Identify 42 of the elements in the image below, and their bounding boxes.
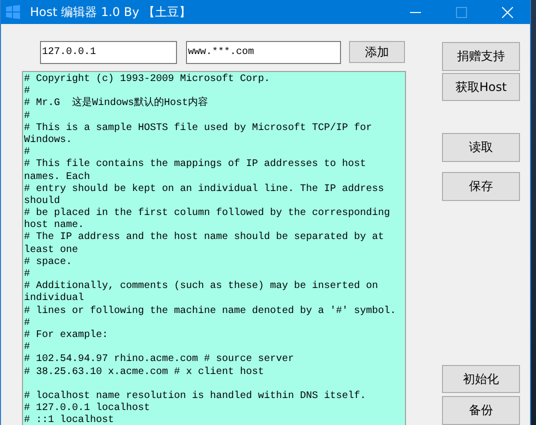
text-line: # bbox=[24, 318, 30, 330]
text-line: names. Each bbox=[24, 172, 90, 184]
text-line: # The IP address and the host name should be separated by at bbox=[24, 232, 384, 244]
text-line: # bbox=[24, 342, 30, 354]
text-line: # 38.25.63.10 x.acme.com # x client host bbox=[24, 366, 264, 379]
text-line: # bbox=[24, 110, 30, 123]
text-line: # be placed in the first column followed by the corresponding bbox=[24, 208, 390, 220]
hosts-text-area[interactable] bbox=[22, 71, 406, 425]
text-line: host name. bbox=[24, 220, 84, 232]
side-button[interactable]: 读取 bbox=[442, 133, 520, 162]
side-button[interactable]: 获取Host bbox=[442, 72, 520, 102]
text-line: # space. bbox=[24, 256, 72, 269]
text-line: # Mr.G 这是Windows默认的Host内容 bbox=[24, 98, 208, 111]
text-line: # localhost name resolution is handled within DNS itself. bbox=[24, 390, 366, 402]
text-line: # For example: bbox=[24, 330, 108, 342]
text-line: individual bbox=[24, 293, 84, 306]
text-line: # entry should be kept on an individual line. The IP address bbox=[24, 184, 384, 196]
side-button[interactable]: 备份 bbox=[442, 396, 520, 425]
text-line: least one bbox=[24, 244, 78, 257]
side-button[interactable]: 捐赠支持 bbox=[442, 42, 520, 71]
hostname-field[interactable]: www.***.com bbox=[186, 40, 341, 64]
text-line: # lines or following the machine name denoted by a '#' symbol. bbox=[24, 306, 396, 318]
text-line: # This file contains the mappings of IP addresses to host bbox=[24, 159, 366, 172]
maximize-icon bbox=[456, 6, 466, 18]
text-line: should bbox=[24, 196, 60, 208]
add-button[interactable]: 添加 bbox=[349, 41, 405, 63]
side-button[interactable]: 保存 bbox=[442, 172, 520, 201]
text-line: # Additionally, comments (such as these) may be inserted on bbox=[24, 281, 378, 292]
text-line: # ::1 localhost bbox=[24, 415, 114, 425]
window-title: Host 编辑器 1.0 By 【土豆】 bbox=[30, 4, 191, 20]
text-line: # 102.54.94.97 rhino.acme.com # source server bbox=[24, 354, 294, 366]
text-line: # This is a sample HOSTS file used by Microsoft TCP/IP for bbox=[24, 122, 372, 134]
text-line: # bbox=[24, 147, 30, 159]
side-button[interactable]: 初始化 bbox=[442, 364, 520, 394]
text-line: # Copyright (c) 1993-2009 Microsoft Corp. bbox=[24, 74, 270, 86]
text-line: Windows. bbox=[24, 134, 72, 147]
close-icon bbox=[502, 6, 512, 18]
windows-logo-icon bbox=[6, 5, 20, 19]
text-line: # bbox=[24, 269, 30, 281]
text-line: # bbox=[24, 86, 30, 98]
ip-address-field[interactable]: 127.0.0.1 bbox=[40, 40, 177, 64]
text-line: # 127.0.0.1 localhost bbox=[24, 403, 150, 414]
